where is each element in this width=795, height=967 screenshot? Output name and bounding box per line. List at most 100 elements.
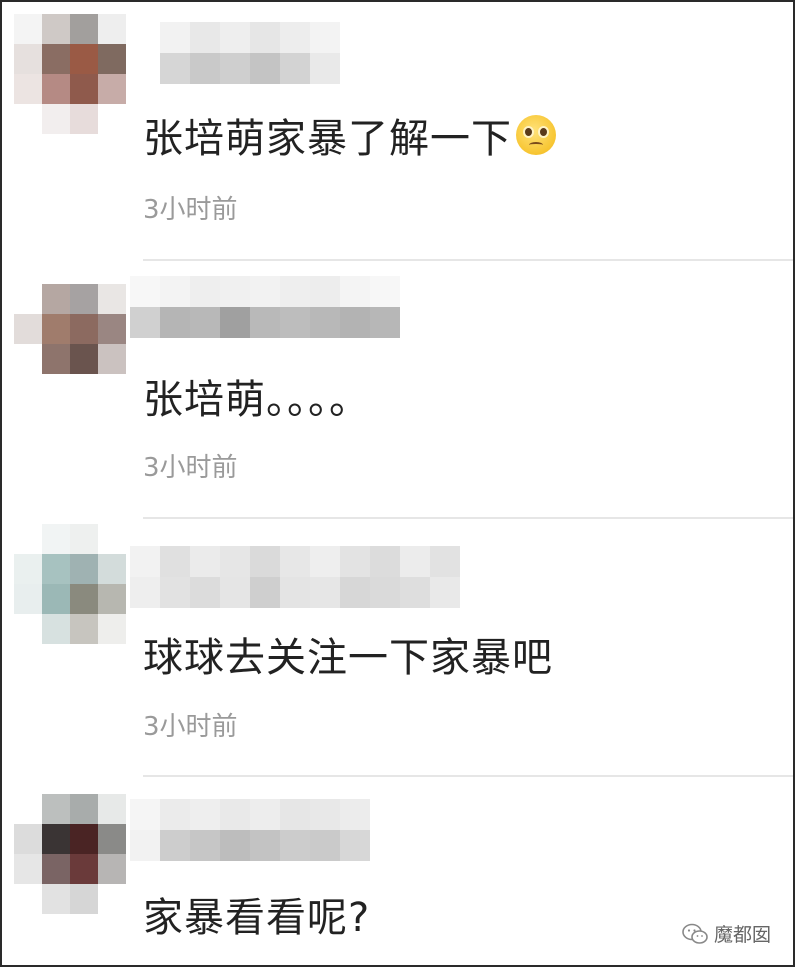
username-pixel <box>370 546 400 577</box>
avatar-pixel <box>70 524 98 554</box>
username-pixelated[interactable] <box>130 546 460 608</box>
username-pixel <box>220 276 250 307</box>
avatar-pixel <box>14 314 42 344</box>
comment-timestamp: 3小时前 <box>143 712 238 742</box>
comment-text-content: 球球去关注一下家暴吧 <box>143 635 553 681</box>
username-pixel <box>160 53 190 84</box>
username-pixel <box>160 276 190 307</box>
avatar-pixel <box>70 614 98 644</box>
username-pixel <box>370 22 400 53</box>
avatar-pixel <box>14 584 42 614</box>
username-pixel <box>130 276 160 307</box>
username-pixel <box>250 546 280 577</box>
avatar-pixel <box>14 824 42 854</box>
username-pixel <box>220 53 250 84</box>
username-pixel <box>130 799 160 830</box>
username-pixel <box>130 577 160 608</box>
avatar-pixel <box>42 524 70 554</box>
username-pixel <box>310 276 340 307</box>
avatar-pixel <box>98 854 126 884</box>
avatar-pixel <box>42 584 70 614</box>
avatar-pixel <box>14 614 42 644</box>
avatar[interactable] <box>14 794 126 914</box>
avatar-pixel <box>70 74 98 104</box>
username-pixel <box>280 22 310 53</box>
username-pixel <box>280 307 310 338</box>
comment-text: 张培萌家暴了解一下 <box>143 107 556 163</box>
comment-text: 球球去关注一下家暴吧 <box>143 626 553 682</box>
avatar-pixel <box>70 794 98 824</box>
username-pixel <box>280 577 310 608</box>
username-pixel <box>280 276 310 307</box>
username-pixel <box>400 53 430 84</box>
username-pixel <box>220 577 250 608</box>
comment-text: 家暴看看呢? <box>143 886 370 942</box>
avatar-pixel <box>98 74 126 104</box>
avatar-pixel <box>14 554 42 584</box>
divider <box>143 259 793 261</box>
avatar-pixel <box>98 344 126 374</box>
avatar-pixel <box>70 314 98 344</box>
avatar-pixel <box>98 374 126 404</box>
avatar-pixel <box>98 614 126 644</box>
avatar-pixel <box>98 554 126 584</box>
pleading-face-icon <box>516 115 556 155</box>
avatar-pixel <box>14 14 42 44</box>
watermark: 魔都囡 <box>682 920 771 947</box>
username-pixelated[interactable] <box>130 276 430 338</box>
avatar-pixel <box>42 74 70 104</box>
avatar-pixel <box>42 854 70 884</box>
username-pixelated[interactable] <box>130 799 370 861</box>
avatar-pixel <box>14 74 42 104</box>
avatar-pixel <box>70 584 98 614</box>
username-pixel <box>310 830 340 861</box>
avatar-pixel <box>14 524 42 554</box>
username-pixel <box>190 307 220 338</box>
username-pixel <box>400 307 430 338</box>
comment-text-content: 张培萌家暴了解一下 <box>143 116 512 162</box>
wechat-icon <box>682 923 708 944</box>
username-pixel <box>370 307 400 338</box>
avatar-pixel <box>42 344 70 374</box>
username-pixel <box>310 53 340 84</box>
avatar-pixel <box>70 824 98 854</box>
username-pixel <box>340 830 370 861</box>
username-pixel <box>250 577 280 608</box>
avatar-pixel <box>70 374 98 404</box>
avatar[interactable] <box>14 284 126 404</box>
username-pixel <box>280 830 310 861</box>
avatar-pixel <box>42 614 70 644</box>
username-pixel <box>130 830 160 861</box>
avatar-pixel <box>42 14 70 44</box>
username-pixel <box>250 799 280 830</box>
username-pixel <box>190 276 220 307</box>
avatar-pixel <box>70 104 98 134</box>
username-pixel <box>160 799 190 830</box>
avatar-pixel <box>98 14 126 44</box>
username-pixel <box>160 546 190 577</box>
username-pixel <box>400 22 430 53</box>
avatar-pixel <box>14 884 42 914</box>
avatar-pixel <box>14 854 42 884</box>
avatar-pixel <box>14 284 42 314</box>
username-pixel <box>130 53 160 84</box>
avatar-pixel <box>70 344 98 374</box>
username-pixel <box>310 799 340 830</box>
username-pixel <box>190 22 220 53</box>
username-pixel <box>250 276 280 307</box>
username-pixel <box>370 276 400 307</box>
avatar-pixel <box>70 854 98 884</box>
avatar[interactable] <box>14 524 126 644</box>
username-pixel <box>340 53 370 84</box>
avatar-pixel <box>70 284 98 314</box>
comment-list: 张培萌家暴了解一下 3小时前 张培萌。。。。 3小时前 球球去关注一下家暴吧 3… <box>0 0 795 967</box>
username-pixel <box>160 830 190 861</box>
avatar-pixel <box>42 314 70 344</box>
username-pixelated[interactable] <box>130 22 430 84</box>
avatar-pixel <box>14 794 42 824</box>
avatar-pixel <box>98 794 126 824</box>
avatar-pixel <box>14 44 42 74</box>
comment-timestamp: 3小时前 <box>143 195 238 225</box>
avatar[interactable] <box>14 14 126 134</box>
username-pixel <box>250 830 280 861</box>
